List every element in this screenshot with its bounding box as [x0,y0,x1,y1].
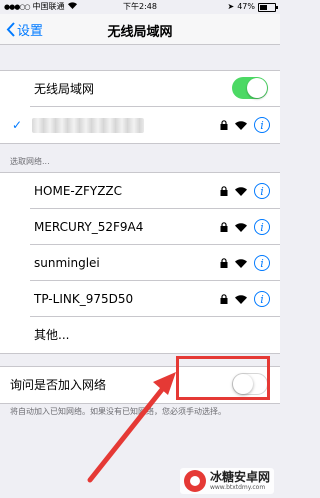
page-title: 无线局域网 [107,25,173,40]
connected-network-icons: i [220,107,270,143]
lock-icon [220,120,228,130]
info-icon[interactable]: i [254,183,270,199]
info-icon[interactable]: i [254,291,270,307]
network-row[interactable]: sunminglei i [0,245,280,281]
wifi-signal-icon [235,294,247,304]
networks-group: HOME-ZFYZZC i MERCURY_52F9A4 i sunmingle… [0,172,280,354]
network-row[interactable]: HOME-ZFYZZC i [0,173,280,209]
other-network-row[interactable]: 其他... [0,317,280,353]
lock-icon [220,186,228,196]
location-icon: ➤ [227,2,235,11]
info-icon[interactable]: i [254,219,270,235]
network-name: HOME-ZFYZZC [34,184,123,198]
connected-network-row[interactable]: ✓ i [0,107,280,143]
status-bar: ●●●○○ 中国联通 下午2:48 ➤ 47% [0,0,280,14]
status-right: ➤ 47% [227,0,278,14]
ask-join-group: 询问是否加入网络 [0,366,280,404]
ask-join-row: 询问是否加入网络 [0,367,280,403]
watermark: 冰糖安卓网 www.btxtdmy.com [179,468,274,494]
other-network-label: 其他... [34,328,70,342]
wifi-signal-icon [235,222,247,232]
wifi-toggle-row: 无线局域网 [0,71,280,107]
watermark-logo-icon [183,470,206,492]
networks-section-header: 选取网络... [10,157,50,166]
network-name: sunminglei [34,256,100,270]
network-name: TP-LINK_975D50 [34,292,134,306]
navigation-bar: 设置 无线局域网 [0,14,280,45]
checkmark-icon: ✓ [12,118,23,132]
ask-join-toggle[interactable] [232,373,268,395]
wifi-signal-icon [235,258,247,268]
wifi-toggle-label: 无线局域网 [34,82,95,96]
battery-icon [258,2,278,12]
battery-percent: 47% [237,2,255,11]
wifi-toggle[interactable] [232,77,268,99]
network-row[interactable]: MERCURY_52F9A4 i [0,209,280,245]
wifi-signal-icon [235,186,247,196]
watermark-name: 冰糖安卓网 [209,470,270,484]
lock-icon [220,222,228,232]
network-row[interactable]: TP-LINK_975D50 i [0,281,280,317]
network-name: MERCURY_52F9A4 [34,220,144,234]
connected-network-name-masked [32,118,144,133]
ask-join-label: 询问是否加入网络 [10,378,107,392]
ask-join-note: 将自动加入已知网络。如果没有已知网络，您必须手动选择。 [10,407,226,416]
lock-icon [220,258,228,268]
watermark-url: www.btxtdmy.com [209,484,266,491]
info-icon[interactable]: i [254,117,270,133]
wifi-group: 无线局域网 ✓ i [0,70,280,144]
lock-icon [220,294,228,304]
info-icon[interactable]: i [254,255,270,271]
wifi-signal-icon [235,120,247,130]
